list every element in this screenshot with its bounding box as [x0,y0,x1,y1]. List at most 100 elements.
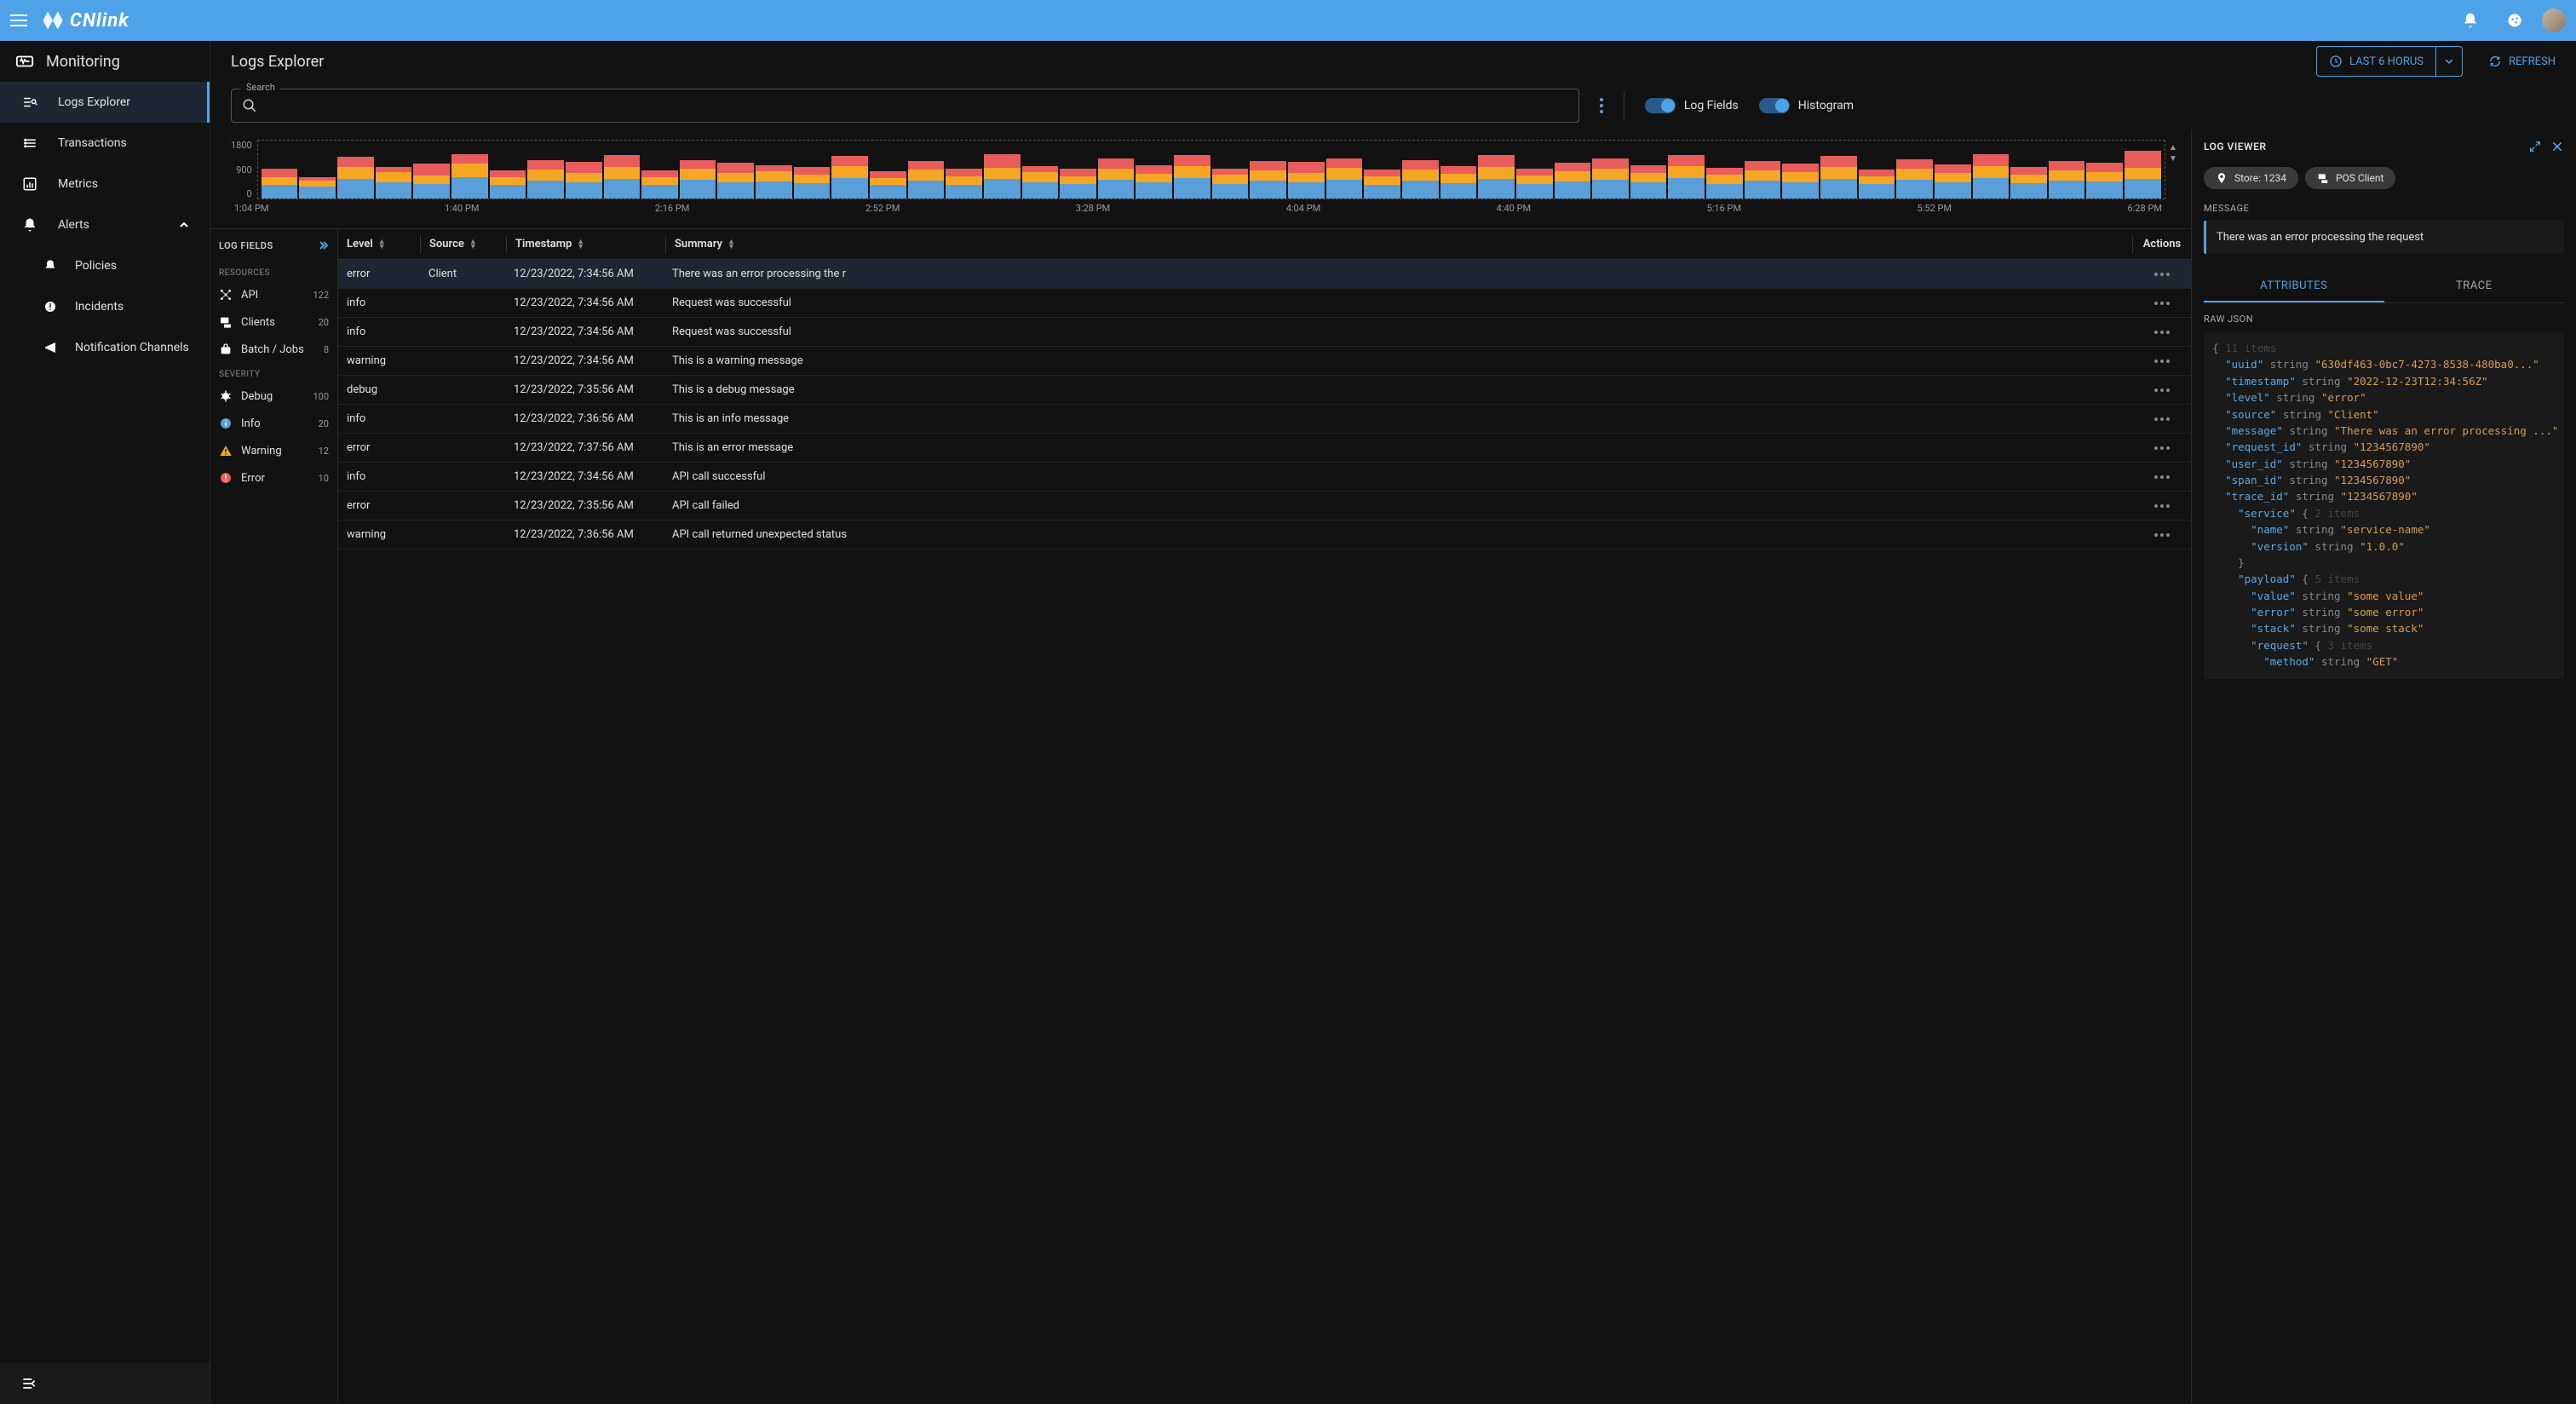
sidebar-collapse[interactable] [0,1363,210,1404]
alerts-icon [20,216,39,234]
chevron-down-icon [2445,57,2453,66]
sidebar-item-notification-channels[interactable]: Notification Channels [0,327,210,368]
column-source[interactable]: Source▲▼ [421,238,506,250]
logs-explorer-icon [20,93,39,112]
tab-attributes[interactable]: ATTRIBUTES [2204,271,2384,302]
histogram-expand-up[interactable]: ▲ [2169,143,2184,152]
table-row[interactable]: error12/23/2022, 7:35:56 AMAPI call fail… [338,492,2191,521]
fields-item-error[interactable]: Error10 [210,464,337,492]
notifications-icon[interactable] [2460,10,2481,31]
sidebar-item-transactions[interactable]: Transactions [0,123,210,164]
toggle-histogram[interactable] [1759,98,1790,113]
user-avatar[interactable] [2542,9,2566,32]
row-actions[interactable] [2133,417,2191,421]
search-icon [242,98,257,113]
row-actions[interactable] [2133,302,2191,305]
histogram-x-axis: 1:04 PM1:40 PM2:16 PM2:52 PM3:28 PM4:04 … [231,199,2165,214]
search-input[interactable] [266,99,1568,112]
collapse-icon [20,1375,37,1392]
chip-pos-client[interactable]: POS Client [2305,167,2396,189]
fields-panel-collapse[interactable] [317,239,329,251]
row-actions[interactable] [2133,331,2191,334]
sidebar: Monitoring Logs ExplorerTransactionsMetr… [0,41,210,1404]
table-row[interactable]: warning12/23/2022, 7:34:56 AMThis is a w… [338,347,2191,376]
histogram-bars[interactable] [257,140,2165,199]
notification-channels-icon [41,338,60,357]
topbar: CNlink [0,0,2576,41]
column-summary[interactable]: Summary▲▼ [666,238,2132,250]
logs-table-header: Level▲▼Source▲▼Timestamp▲▼Summary▲▼Actio… [338,229,2191,260]
main: Logs Explorer LAST 6 HORUS REFRESH Searc… [210,41,2576,1404]
sort-icon: ▲▼ [469,239,477,250]
histogram-y-axis: 18009000 [231,140,257,199]
viewer-expand[interactable] [2528,140,2542,153]
fields-item-clients[interactable]: Clients20 [210,308,337,336]
column-timestamp[interactable]: Timestamp▲▼ [507,238,665,250]
search-field[interactable]: Search [231,89,1579,123]
incidents-icon [41,297,60,316]
time-range-dropdown[interactable] [2435,47,2462,76]
row-actions[interactable] [2133,360,2191,363]
table-row[interactable]: info12/23/2022, 7:34:56 AMRequest was su… [338,289,2191,318]
time-range-button[interactable]: LAST 6 HORUS [2316,46,2463,77]
fields-item-debug[interactable]: Debug100 [210,383,337,410]
metrics-icon [20,175,39,193]
logs-table: Level▲▼Source▲▼Timestamp▲▼Summary▲▼Actio… [338,229,2191,1404]
table-row[interactable]: info12/23/2022, 7:36:56 AMThis is an inf… [338,405,2191,434]
table-row[interactable]: warning12/23/2022, 7:36:56 AMAPI call re… [338,521,2191,550]
monitoring-icon [15,52,34,71]
transactions-icon [20,134,39,152]
search-options[interactable] [1593,98,1610,113]
viewer-message: There was an error processing the reques… [2204,221,2564,254]
sort-icon: ▲▼ [727,239,735,250]
sidebar-header-label: Monitoring [46,53,120,71]
theme-icon[interactable] [2504,10,2525,31]
fields-panel-title: LOG FIELDS [219,240,273,251]
raw-json-view[interactable]: { 11 items "uuid" string "630df463-0bc7-… [2204,331,2564,679]
sidebar-item-policies[interactable]: Policies [0,245,210,286]
brand-logo[interactable]: CNlink [41,9,129,32]
log-viewer: LOG VIEWER Store: 1234POS Client MESSAGE… [2191,129,2576,1404]
table-row[interactable]: info12/23/2022, 7:34:56 AMRequest was su… [338,318,2191,347]
row-actions[interactable] [2133,533,2191,537]
policies-icon [41,256,60,275]
row-actions[interactable] [2133,388,2191,392]
row-actions[interactable] [2133,446,2191,450]
toggle-log-fields-label: Log Fields [1684,99,1739,112]
fields-section-resources: RESOURCES [210,262,337,281]
table-row[interactable]: debug12/23/2022, 7:35:56 AMThis is a deb… [338,376,2191,405]
histogram: 18009000 1:04 PM1:40 PM2:16 PM2:52 PM3:2… [210,129,2191,222]
menu-toggle[interactable] [10,10,31,31]
column-level[interactable]: Level▲▼ [338,238,420,250]
page-title: Logs Explorer [231,53,324,71]
brand-text: CNlink [70,10,129,32]
sidebar-item-logs-explorer[interactable]: Logs Explorer [0,82,210,123]
refresh-button[interactable]: REFRESH [2488,55,2556,68]
table-row[interactable]: info12/23/2022, 7:34:56 AMAPI call succe… [338,463,2191,492]
tab-trace[interactable]: TRACE [2384,271,2565,302]
table-row[interactable]: errorClient12/23/2022, 7:34:56 AMThere w… [338,260,2191,289]
sidebar-item-incidents[interactable]: Incidents [0,286,210,327]
viewer-close[interactable] [2550,140,2564,153]
sidebar-item-alerts[interactable]: Alerts [0,204,210,245]
sidebar-item-metrics[interactable]: Metrics [0,164,210,204]
row-actions[interactable] [2133,273,2191,276]
column-actions[interactable]: Actions [2133,238,2191,250]
log-fields-panel: LOG FIELDS RESOURCESAPI122Clients20Batch… [210,229,338,1404]
table-row[interactable]: error12/23/2022, 7:37:56 AMThis is an er… [338,434,2191,463]
fields-item-api[interactable]: API122 [210,281,337,308]
main-header: Logs Explorer LAST 6 HORUS REFRESH [210,41,2576,82]
logo-icon [41,9,65,32]
chip-store-[interactable]: Store: 1234 [2204,167,2298,189]
row-actions[interactable] [2133,475,2191,479]
toggle-log-fields[interactable] [1645,98,1676,113]
fields-item-info[interactable]: Info20 [210,410,337,437]
row-actions[interactable] [2133,504,2191,508]
clock-icon [2329,55,2343,68]
histogram-expand-down[interactable]: ▼ [2169,154,2184,164]
viewer-message-label: MESSAGE [2204,203,2564,214]
raw-json-label: RAW JSON [2204,314,2564,325]
fields-item-warning[interactable]: Warning12 [210,437,337,464]
fields-item-batch-jobs[interactable]: Batch / Jobs8 [210,336,337,363]
sort-icon: ▲▼ [577,239,584,250]
